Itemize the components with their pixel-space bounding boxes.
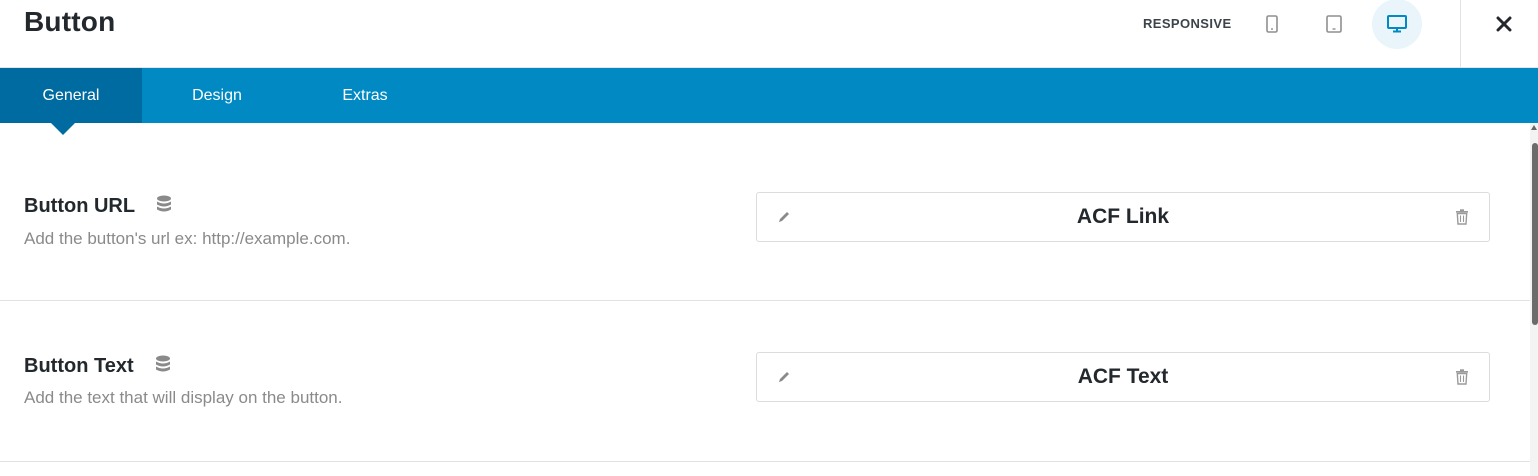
panel-header: Button RESPONSIVE: [0, 0, 1538, 68]
field-connection-box: ACF Text: [756, 352, 1490, 402]
field-row-button-url: Button URL Add the button's url ex: http…: [0, 123, 1530, 301]
field-label-button-text: Button Text: [24, 355, 171, 378]
remove-connection-button[interactable]: [1451, 366, 1473, 388]
connection-label: ACF Link: [1076, 205, 1170, 228]
close-icon: [1496, 16, 1512, 32]
connection-label: ACF Text: [1077, 365, 1169, 388]
field-label-text: Button Text: [24, 355, 134, 377]
remove-connection-button[interactable]: [1451, 206, 1473, 228]
field-label-button-url: Button URL: [24, 195, 172, 218]
field-description: Add the button's url ex: http://example.…: [24, 229, 351, 248]
pencil-icon: [779, 212, 789, 222]
mobile-preview-button[interactable]: [1247, 0, 1297, 48]
field-label-text: Button URL: [24, 195, 135, 217]
database-icon: [157, 195, 172, 212]
mobile-icon: [1266, 15, 1278, 33]
field-description: Add the text that will display on the bu…: [24, 388, 343, 407]
edit-connection-button[interactable]: [773, 367, 795, 387]
pencil-icon: [779, 372, 789, 382]
settings-tabs: General Design Extras: [0, 68, 1538, 123]
tab-general[interactable]: General: [0, 68, 142, 123]
database-icon: [156, 355, 171, 372]
field-row-button-text: Button Text Add the text that will displ…: [0, 301, 1530, 462]
tab-design[interactable]: Design: [142, 68, 292, 123]
close-button[interactable]: [1484, 4, 1524, 44]
responsive-label: RESPONSIVE: [1143, 16, 1232, 31]
tab-extras[interactable]: Extras: [292, 68, 438, 123]
tablet-icon: [1326, 15, 1342, 33]
header-divider: [1460, 0, 1461, 68]
panel-title: Button: [24, 6, 116, 37]
edit-connection-button[interactable]: [773, 207, 795, 227]
trash-icon: [1456, 369, 1468, 385]
desktop-preview-button[interactable]: [1372, 0, 1422, 49]
scrollbar-thumb[interactable]: [1532, 143, 1538, 325]
desktop-icon: [1387, 15, 1407, 33]
field-connection-box: ACF Link: [756, 192, 1490, 242]
tablet-preview-button[interactable]: [1309, 0, 1359, 48]
scroll-up-arrow-icon[interactable]: [1531, 125, 1537, 130]
trash-icon: [1456, 209, 1468, 225]
